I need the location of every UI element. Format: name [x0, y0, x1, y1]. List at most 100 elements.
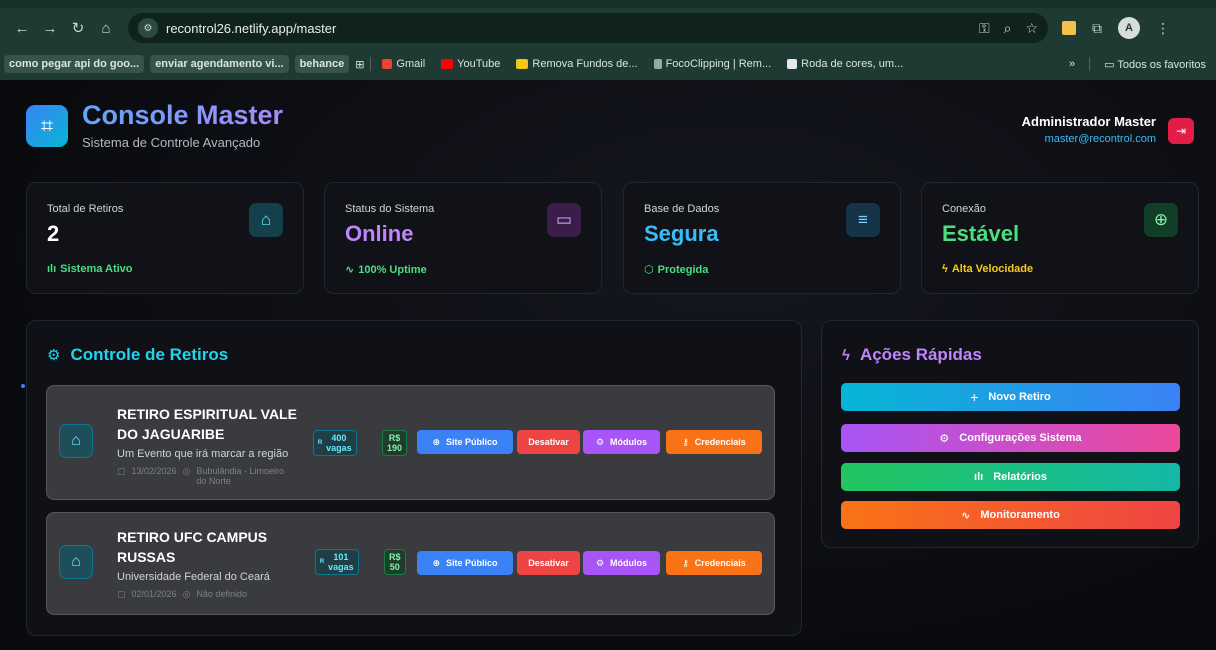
quick-actions-panel: ϟ Ações Rápidas + Novo Retiro ⚙ Configuraç… — [821, 320, 1199, 548]
tab-strip — [0, 0, 1216, 8]
stat-value: Segura — [644, 221, 719, 246]
folder-icon: ▭ — [1104, 58, 1118, 71]
gmail-icon — [382, 59, 393, 69]
vagas-label: vagas — [326, 443, 352, 453]
button-label: Desativar — [528, 558, 569, 568]
new-retiro-button[interactable]: + Novo Retiro — [841, 383, 1180, 411]
extensions-puzzle-icon[interactable]: ⧉ — [1092, 20, 1102, 37]
retiro-description: Um Evento que irá marcar a região — [117, 448, 289, 460]
site-public-button[interactable]: ⊕ Site Público — [417, 551, 513, 575]
modules-button[interactable]: ⚙ Módulos — [583, 430, 660, 454]
key-icon: ⚷ — [682, 436, 689, 447]
vagas-count: 101 — [333, 552, 349, 562]
system-settings-button[interactable]: ⚙ Configurações Sistema — [841, 424, 1180, 452]
map-pin-icon: ◎ — [182, 589, 191, 599]
calendar-icon: ▢ — [117, 466, 126, 476]
site-settings-icon[interactable]: ⚙ — [138, 18, 158, 38]
bookmark-item[interactable]: enviar agendamento vi... — [150, 55, 289, 73]
button-label: Relatórios — [993, 471, 1047, 483]
database-icon: ≡ — [846, 203, 880, 237]
activity-icon: ∿ — [345, 264, 355, 276]
forward-icon[interactable]: → — [36, 14, 64, 42]
credentials-button[interactable]: ⚷ Credenciais — [666, 551, 762, 575]
stat-label: Base de Dados — [644, 203, 720, 215]
bookmark-item[interactable]: behance — [294, 55, 350, 73]
bookmark-separator — [1089, 57, 1091, 71]
apps-grid-icon[interactable]: ⊞ — [355, 58, 364, 71]
stat-label: Conexão — [942, 203, 987, 215]
user-email: master@recontrol.com — [1044, 133, 1156, 145]
stat-foot-text: Protegida — [657, 263, 709, 276]
bookmark-color-wheel[interactable]: Roda de cores, um... — [782, 58, 908, 70]
building-icon: ⌂ — [249, 203, 283, 237]
stat-foot-text: Sistema Ativo — [60, 263, 133, 275]
button-label: Configurações Sistema — [959, 432, 1082, 444]
modules-button[interactable]: ⚙ Módulos — [583, 551, 660, 575]
user-info: Administrador Master master@recontrol.co… — [1022, 114, 1156, 145]
side-indicator — [21, 384, 25, 388]
gear-icon: ⚙ — [595, 557, 605, 568]
bookmark-label: Remova Fundos de... — [532, 58, 638, 70]
reload-icon[interactable]: ↻ — [64, 14, 92, 42]
price-badge: R$ 190 — [382, 430, 408, 456]
bookmark-youtube[interactable]: YouTube — [436, 58, 505, 70]
more-bookmarks-button[interactable]: » — [1069, 58, 1075, 70]
retiros-panel: ⚙ Controle de Retiros ⌂ RETIRO ESPIRITUA… — [26, 320, 802, 636]
back-icon[interactable]: ← — [8, 14, 36, 42]
retiro-date: 13/02/2026 — [131, 466, 177, 476]
building-icon: ⌂ — [59, 424, 93, 458]
bar-chart-icon: ılı — [974, 471, 984, 483]
disable-button[interactable]: Desativar — [517, 430, 580, 454]
zap-icon: ϟ — [942, 263, 948, 275]
all-bookmarks-button[interactable]: ▭ Todos os favoritos — [1104, 58, 1206, 71]
bookmark-fococlipping[interactable]: FocoClipping | Rem... — [649, 58, 777, 70]
button-label: Credenciais — [694, 558, 746, 568]
stat-foot-text: 100% Uptime — [358, 263, 427, 276]
bookmark-label: Gmail — [396, 58, 426, 70]
site-public-button[interactable]: ⊕ Site Público — [417, 430, 513, 454]
user-name: Administrador Master — [1021, 114, 1156, 129]
reports-button[interactable]: ılı Relatórios — [841, 463, 1180, 491]
menu-dots-icon[interactable]: ⋮ — [1156, 20, 1170, 37]
logout-icon: ⇥ — [1175, 124, 1187, 138]
monitoring-button[interactable]: ∿ Monitoramento — [841, 501, 1180, 529]
retiro-location: Bubulândia - Limoeiro do Norte — [196, 466, 284, 486]
stat-footer: ∿ 100% Uptime — [345, 263, 581, 277]
extension-icon[interactable] — [1062, 21, 1076, 35]
stat-card-connection: Conexão Estável ϟ Alta Velocidade ⊕ — [921, 182, 1199, 294]
credentials-button[interactable]: ⚷ Credenciais — [666, 430, 762, 454]
bookmark-gmail[interactable]: Gmail — [377, 58, 430, 70]
bookmarks-bar: como pegar api do goo... enviar agendame… — [0, 50, 1216, 78]
plus-icon: + — [970, 389, 979, 405]
vagas-badge: ᴿ 101 vagas — [315, 549, 359, 575]
globe-icon: ⊕ — [432, 436, 441, 447]
logout-button[interactable]: ⇥ — [1168, 118, 1194, 144]
youtube-icon — [441, 59, 454, 69]
retiro-location: Não definido — [196, 589, 247, 599]
bookmark-label: YouTube — [457, 58, 501, 70]
browser-chrome: ← → ↻ ⌂ ⚙ recontrol26.netlify.app/master… — [0, 0, 1216, 80]
building-icon: ⌂ — [59, 545, 93, 579]
address-bar[interactable]: ⚙ recontrol26.netlify.app/master ⚿ ⌕ ☆ — [128, 13, 1048, 43]
profile-avatar[interactable]: A — [1118, 17, 1140, 39]
home-icon[interactable]: ⌂ — [92, 14, 120, 42]
vagas-label: vagas — [328, 562, 354, 572]
stat-value: Online — [345, 221, 414, 246]
fococlipping-icon — [653, 59, 662, 69]
password-key-icon[interactable]: ⚿ — [979, 20, 990, 37]
stat-label: Status do Sistema — [345, 203, 435, 215]
bookmark-remove-bg[interactable]: Remova Fundos de... — [511, 58, 642, 70]
retiro-card: ⌂ RETIRO ESPIRITUAL VALE DO JAGUARIBE Um… — [46, 385, 775, 500]
stat-footer: ϟ Alta Velocidade — [942, 263, 1178, 275]
retiro-name: RETIRO UFC CAMPUS RUSSAS — [117, 529, 268, 565]
disable-button[interactable]: Desativar — [517, 551, 580, 575]
price-currency: R$ — [388, 433, 401, 443]
button-label: Credenciais — [694, 437, 746, 447]
stat-card-status: Status do Sistema Online ∿ 100% Uptime ▭ — [324, 182, 602, 294]
bookmark-item[interactable]: como pegar api do goo... — [4, 55, 145, 73]
quick-actions-title: ϟ Ações Rápidas — [842, 345, 982, 365]
remove-bg-icon — [516, 59, 529, 69]
star-icon[interactable]: ☆ — [1025, 20, 1038, 37]
vagas-badge: ᴿ 400 vagas — [313, 430, 357, 456]
zoom-icon[interactable]: ⌕ — [1004, 20, 1012, 37]
